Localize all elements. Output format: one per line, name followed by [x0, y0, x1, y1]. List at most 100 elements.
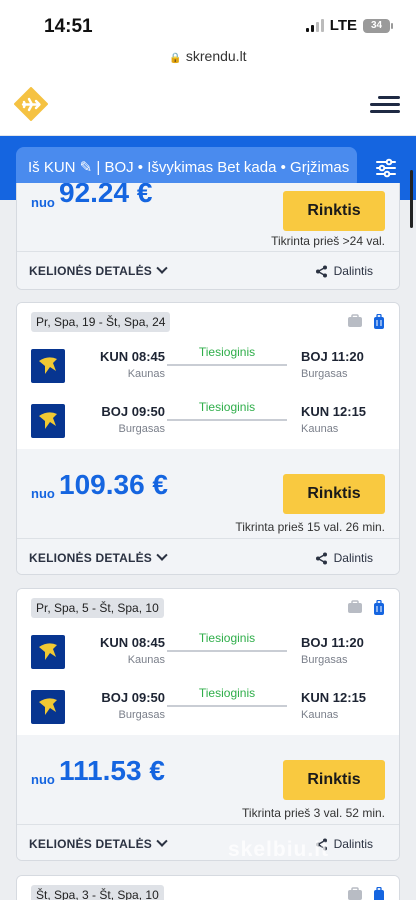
- site-header: [0, 74, 416, 136]
- ryanair-logo-icon: [31, 404, 65, 438]
- watermark: skelbiu.lt: [228, 838, 330, 861]
- price-prefix: nuo: [31, 486, 55, 501]
- card-footer: KELIONĖS DETALĖS Dalintis: [17, 824, 399, 860]
- share-icon: [315, 552, 327, 564]
- card-header: Pr, Spa, 19 - Št, Spa, 24: [17, 303, 399, 341]
- outbound-leg: KUN 08:45 Kaunas Tiesioginis BOJ 11:20 B…: [17, 627, 399, 679]
- inbound-leg: BOJ 09:50 Burgasas Tiesioginis KUN 12:15…: [17, 396, 399, 448]
- baggage-icons: [347, 314, 385, 330]
- price-prefix: nuo: [31, 772, 55, 787]
- battery-level: 34: [370, 19, 383, 31]
- cabin-bag-icon: [348, 314, 362, 327]
- departure-city: Kaunas: [127, 368, 165, 380]
- details-label: KELIONĖS DETALĖS: [29, 264, 152, 278]
- price-value: 109.36 €: [59, 469, 168, 500]
- status-time: 14:51: [44, 16, 93, 37]
- date-range: Pr, Spa, 5 - Št, Spa, 10: [31, 598, 164, 618]
- flight-card: Št, Spa, 3 - Št, Spa, 10: [16, 875, 400, 900]
- details-label: KELIONĖS DETALĖS: [29, 837, 152, 851]
- arrival-time: KUN 12:15: [301, 404, 367, 419]
- share-button[interactable]: Dalintis: [315, 551, 373, 565]
- inbound-leg: BOJ 09:50 Burgasas Tiesioginis KUN 12:15…: [17, 682, 399, 734]
- departure-time: BOJ 09:50: [101, 404, 165, 419]
- chevron-down-icon: [156, 262, 168, 274]
- arrival-city: Burgasas: [301, 368, 348, 380]
- route-line: [167, 419, 287, 421]
- share-label: Dalintis: [333, 837, 373, 851]
- price-box: nuo 109.36 € Rinktis Tikrinta prieš 15 v…: [17, 449, 399, 538]
- ryanair-logo-icon: [31, 349, 65, 383]
- route-line: [167, 705, 287, 707]
- arrival-time: BOJ 11:20: [301, 349, 364, 364]
- direct-label: Tiesioginis: [198, 686, 256, 700]
- route-line: [167, 364, 287, 366]
- baggage-icons: [347, 887, 385, 900]
- card-header: Št, Spa, 3 - Št, Spa, 10: [17, 876, 399, 900]
- departure-time: BOJ 09:50: [101, 690, 165, 705]
- price-value: 92.24 €: [59, 183, 153, 208]
- share-button[interactable]: Dalintis: [315, 264, 373, 278]
- chevron-down-icon: [156, 549, 168, 561]
- departure-time: KUN 08:45: [99, 349, 165, 364]
- cabin-bag-icon: [348, 887, 362, 900]
- url-text: skrendu.lt: [185, 48, 247, 64]
- arrival-time: KUN 12:15: [301, 690, 367, 705]
- select-button[interactable]: Rinktis: [283, 760, 385, 800]
- departure-city: Burgasas: [118, 423, 165, 435]
- chevron-down-icon: [156, 835, 168, 847]
- ryanair-logo-icon: [31, 635, 65, 669]
- luggage-icon: [374, 600, 384, 615]
- route-line: [167, 650, 287, 652]
- direct-label: Tiesioginis: [198, 345, 256, 359]
- direct-label: Tiesioginis: [198, 631, 256, 645]
- arrival-city: Burgasas: [301, 654, 348, 666]
- outbound-leg: KUN 08:45 Kaunas Tiesioginis BOJ 11:20 B…: [17, 341, 399, 393]
- price-box: nuo 92.24 € Rinktis Tikrinta prieš >24 v…: [17, 183, 399, 251]
- details-toggle[interactable]: KELIONĖS DETALĖS: [29, 262, 168, 278]
- cabin-bag-icon: [348, 600, 362, 613]
- status-bar: 14:51 LTE 34: [0, 0, 416, 48]
- departure-city: Burgasas: [118, 709, 165, 721]
- menu-icon[interactable]: [370, 96, 400, 114]
- flight-card: Pr, Spa, 19 - Št, Spa, 24 KUN 08:45 Kaun…: [16, 302, 400, 575]
- checked-time: Tikrinta prieš 15 val. 26 min.: [235, 520, 385, 534]
- baggage-icons: [347, 600, 385, 616]
- flight-card: nuo 92.24 € Rinktis Tikrinta prieš >24 v…: [16, 183, 400, 290]
- arrival-time: BOJ 11:20: [301, 635, 364, 650]
- details-toggle[interactable]: KELIONĖS DETALĖS: [29, 549, 168, 565]
- price-value: 111.53 €: [59, 755, 165, 786]
- checked-time: Tikrinta prieš 3 val. 52 min.: [242, 806, 385, 820]
- status-indicators: LTE 34: [305, 17, 393, 34]
- arrival-city: Kaunas: [301, 423, 339, 435]
- signal-icon: [305, 19, 324, 32]
- departure-city: Kaunas: [127, 654, 165, 666]
- details-toggle[interactable]: KELIONĖS DETALĖS: [29, 835, 168, 851]
- scrollbar[interactable]: [410, 170, 413, 228]
- card-footer: KELIONĖS DETALĖS Dalintis: [17, 251, 399, 289]
- share-label: Dalintis: [333, 551, 373, 565]
- departure-time: KUN 08:45: [99, 635, 165, 650]
- arrival-city: Kaunas: [301, 709, 339, 721]
- price-box: nuo 111.53 € Rinktis Tikrinta prieš 3 va…: [17, 735, 399, 824]
- ryanair-logo-icon: [31, 690, 65, 724]
- card-header: Pr, Spa, 5 - Št, Spa, 10: [17, 589, 399, 627]
- network-label: LTE: [329, 17, 357, 34]
- url-bar[interactable]: 🔒 skrendu.lt: [0, 48, 416, 74]
- select-button[interactable]: Rinktis: [283, 474, 385, 514]
- battery-icon: 34: [363, 18, 393, 33]
- luggage-icon: [374, 887, 384, 900]
- share-icon: [315, 265, 327, 277]
- checked-time: Tikrinta prieš >24 val.: [271, 234, 385, 248]
- filter-icon[interactable]: [376, 158, 396, 178]
- date-range: Pr, Spa, 19 - Št, Spa, 24: [31, 312, 171, 332]
- plane-logo-icon[interactable]: [14, 87, 48, 121]
- card-footer: KELIONĖS DETALĖS Dalintis: [17, 538, 399, 574]
- luggage-icon: [374, 314, 384, 329]
- select-button[interactable]: Rinktis: [283, 191, 385, 231]
- flight-card: Pr, Spa, 5 - Št, Spa, 10 KUN 08:45 Kauna…: [16, 588, 400, 861]
- price-prefix: nuo: [31, 195, 55, 210]
- details-label: KELIONĖS DETALĖS: [29, 551, 152, 565]
- date-range: Št, Spa, 3 - Št, Spa, 10: [31, 885, 164, 900]
- lock-icon: 🔒: [169, 53, 182, 64]
- direct-label: Tiesioginis: [198, 400, 256, 414]
